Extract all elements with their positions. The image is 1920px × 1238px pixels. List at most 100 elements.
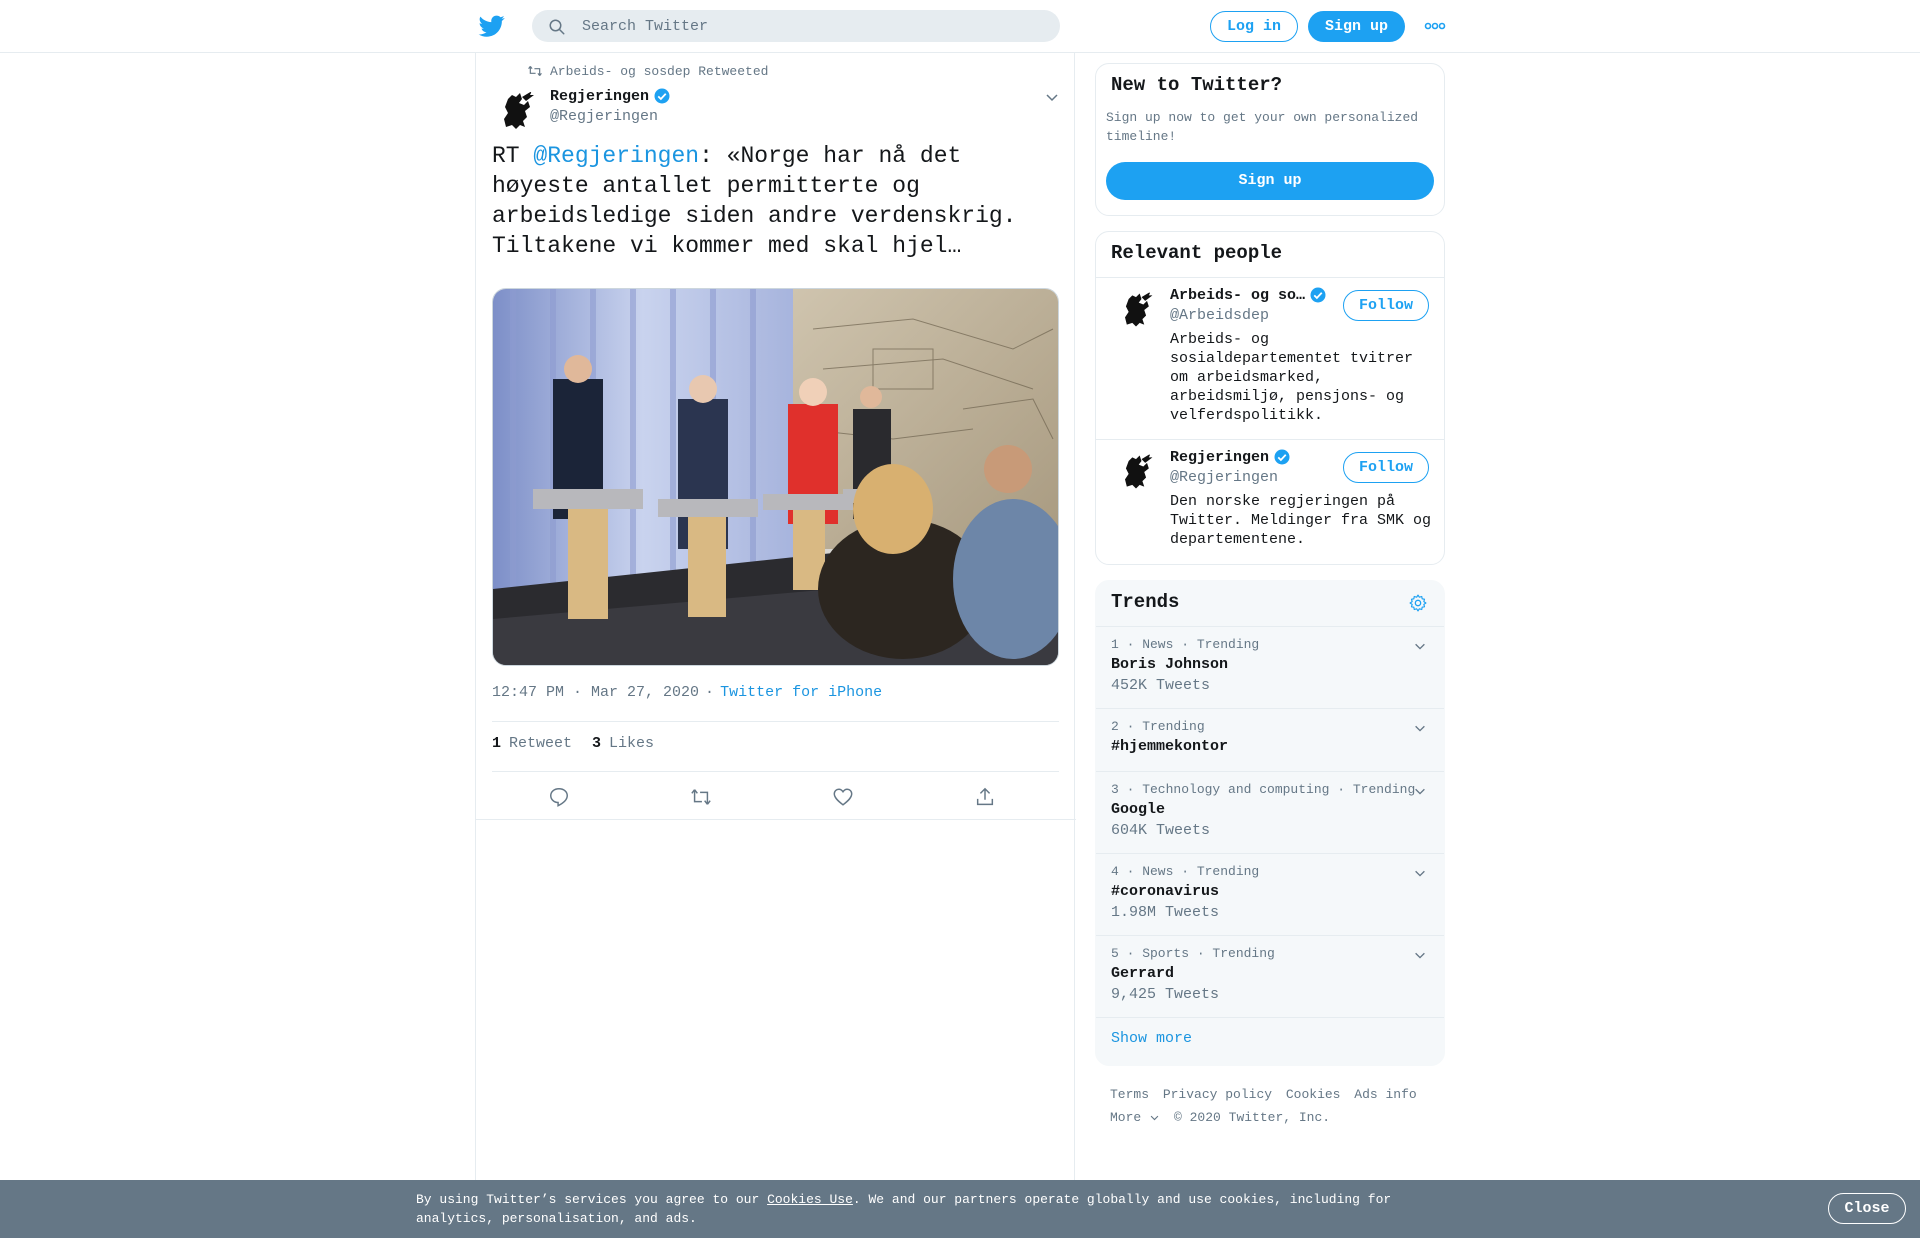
divider [492,721,1059,722]
cookie-text-before: By using Twitter’s services you agree to… [416,1192,768,1207]
person-name-row[interactable]: Regjeringen [1170,448,1291,466]
tweet-timestamp[interactable]: 12:47 PM · Mar 27, 2020 [492,684,699,701]
twitter-logo-icon[interactable] [478,13,506,39]
coat-of-arms-lion-icon [1114,288,1158,332]
trend-name[interactable]: Gerrard [1111,965,1174,982]
person-avatar[interactable] [1114,288,1158,332]
gear-icon[interactable] [1408,593,1428,613]
person-handle: @Arbeidsdep [1170,307,1270,324]
trend-item[interactable]: 1 · News · Trending Boris Johnson 452K T… [1096,627,1444,709]
person-name[interactable]: Regjeringen [1170,449,1269,466]
like-stat[interactable]: 3 Likes [592,735,654,752]
trend-tweet-count: 1.98M Tweets [1111,904,1220,921]
author-name-row[interactable]: Regjeringen [550,87,671,105]
trend-name[interactable]: Google [1111,801,1165,818]
trend-tweet-count: 9,425 Tweets [1111,986,1220,1003]
footer-terms-link[interactable]: Terms [1110,1087,1149,1102]
chevron-down-icon[interactable] [1413,784,1427,798]
person-bio: Arbeids- og sosialdepartementet tvitrer … [1170,331,1414,424]
like-count: 3 [592,735,602,752]
chevron-down-icon [1150,1115,1159,1121]
trend-item[interactable]: 3 · Technology and computing · Trending … [1096,772,1444,854]
follow-button[interactable]: Follow [1343,452,1429,483]
trend-name[interactable]: Boris Johnson [1111,656,1228,673]
chevron-down-icon[interactable] [1044,89,1060,105]
author-handle[interactable]: @Regjeringen [550,108,658,125]
press-conference-photo-icon [493,289,1058,665]
verified-badge-icon [654,88,670,104]
like-stat-label: Likes [609,735,655,752]
trend-name[interactable]: #hjemmekontor [1111,738,1228,755]
trend-meta: 5 · Sports · Trending [1111,946,1275,961]
top-bar: Log in Sign up [0,0,1920,53]
footer-ads-link[interactable]: Ads info [1354,1087,1416,1102]
coat-of-arms-lion-icon [1114,450,1158,494]
cookies-use-link[interactable]: Cookies Use [767,1192,853,1207]
cookie-banner-text: By using Twitter’s services you agree to… [416,1190,1416,1228]
trend-name[interactable]: #coronavirus [1111,883,1219,900]
tweet-photo[interactable] [492,288,1059,666]
chevron-down-icon[interactable] [1413,639,1427,653]
trend-meta: 4 · News · Trending [1111,864,1260,879]
person-bio: Den norske regjeringen på Twitter. Meldi… [1170,493,1432,548]
signup-button[interactable]: Sign up [1308,11,1405,42]
trend-meta: 2 · Trending [1111,719,1205,734]
footer-links: Terms Privacy policy Cookies Ads info Mo… [1110,1083,1450,1129]
new-to-twitter-title: New to Twitter? [1111,74,1283,96]
author-name[interactable]: Regjeringen [550,88,649,105]
new-to-twitter-card: New to Twitter? Sign up now to get your … [1095,63,1445,216]
person-handle: @Regjeringen [1170,469,1279,486]
close-cookie-banner-button[interactable]: Close [1828,1193,1906,1224]
coat-of-arms-lion-icon [492,87,540,135]
more-options-icon[interactable] [1424,20,1446,32]
retweeted-by-text: Arbeids- og sosdep Retweeted [550,63,769,79]
trend-item[interactable]: 4 · News · Trending #coronavirus 1.98M T… [1096,854,1444,936]
retweet-context[interactable]: Arbeids- og sosdep Retweeted [528,63,768,79]
trend-meta: 1 · News · Trending [1111,637,1260,652]
new-to-twitter-subtitle: Sign up now to get your own personalized… [1106,110,1419,144]
retweet-icon[interactable] [690,786,712,808]
chevron-down-icon[interactable] [1413,866,1427,880]
tweet-column: Arbeids- og sosdep Retweeted Regjeringen… [475,53,1076,1238]
trend-tweet-count: 452K Tweets [1111,677,1211,694]
author-avatar[interactable] [492,87,540,135]
verified-badge-icon [1310,287,1326,303]
tweet-text: RT @Regjeringen: «Norge har nå det høyes… [492,141,1052,261]
retweet-stat[interactable]: 1 Retweet [492,735,572,752]
tweet-meta: 12:47 PM · Mar 27, 2020 · Twitter for iP… [492,684,882,701]
person-name-row[interactable]: Arbeids- og so… [1170,286,1327,304]
person-item[interactable]: Regjeringen @Regjeringen Den norske regj… [1096,440,1444,564]
trend-tweet-count: 604K Tweets [1111,822,1211,839]
chevron-down-icon[interactable] [1413,948,1427,962]
footer-privacy-link[interactable]: Privacy policy [1163,1087,1272,1102]
relevant-people-title: Relevant people [1111,242,1283,264]
person-item[interactable]: Arbeids- og so… @Arbeidsdep Arbeids- og … [1096,278,1444,439]
search-bar[interactable] [532,10,1060,42]
share-icon[interactable] [974,786,996,808]
meta-separator: · [705,684,715,701]
search-input[interactable] [582,10,1042,42]
login-button[interactable]: Log in [1210,11,1298,42]
verified-badge-icon [1274,449,1290,465]
tweet-mention-link[interactable]: @Regjeringen [533,143,699,169]
sidebar-signup-button[interactable]: Sign up [1106,162,1434,200]
footer-copyright: © 2020 Twitter, Inc. [1174,1110,1331,1125]
footer-more-menu[interactable]: More [1110,1106,1160,1129]
footer-cookies-link[interactable]: Cookies [1286,1087,1341,1102]
like-heart-icon[interactable] [832,786,854,808]
trends-card: Trends 1 · News · Trending Boris Johnson… [1095,580,1445,1066]
person-name[interactable]: Arbeids- og so… [1170,287,1305,304]
trends-title: Trends [1111,591,1180,613]
reply-icon[interactable] [548,786,570,808]
trend-item[interactable]: 2 · Trending #hjemmekontor [1096,709,1444,772]
follow-button[interactable]: Follow [1343,290,1429,321]
show-more-trends-link[interactable]: Show more [1111,1030,1192,1047]
search-icon [549,19,565,35]
tweet-actions [476,772,1076,820]
retweet-count: 1 [492,735,502,752]
chevron-down-icon[interactable] [1413,721,1427,735]
trends-header: Trends [1096,581,1444,627]
person-avatar[interactable] [1114,450,1158,494]
tweet-source-link[interactable]: Twitter for iPhone [720,684,882,701]
trend-item[interactable]: 5 · Sports · Trending Gerrard 9,425 Twee… [1096,936,1444,1018]
